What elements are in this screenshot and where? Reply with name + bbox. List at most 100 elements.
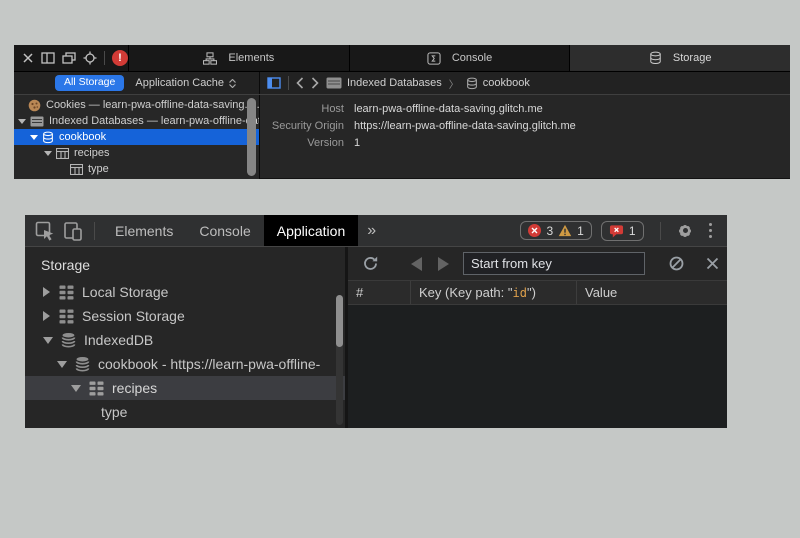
issues-badge[interactable]: 1 xyxy=(601,221,644,241)
table-icon xyxy=(56,148,69,159)
sidebar-item-local-storage[interactable]: Local Storage xyxy=(25,280,345,304)
tabbar-divider xyxy=(94,222,95,240)
sidebar-item-indexeddb[interactable]: IndexedDB xyxy=(25,328,345,352)
table-icon xyxy=(30,116,44,127)
sidebar-item-recipes[interactable]: recipes xyxy=(14,145,259,161)
disclosure-down-icon[interactable] xyxy=(30,135,38,140)
more-tabs-button[interactable]: » xyxy=(358,215,385,246)
nav-forward-icon[interactable] xyxy=(311,77,319,89)
tab-console[interactable]: Console xyxy=(349,45,570,71)
entries-table-body[interactable] xyxy=(348,305,727,428)
tab-storage[interactable]: Storage xyxy=(569,45,790,71)
next-page-icon[interactable] xyxy=(438,257,449,271)
warning-count-icon xyxy=(558,224,572,237)
issues-icon xyxy=(609,224,624,238)
elements-icon xyxy=(203,52,217,65)
split-view-icon[interactable] xyxy=(41,52,55,64)
safari-tab-bar: ! Elements Console Storage xyxy=(14,45,790,71)
devtools-tab-bar: Elements Console Application » 3 1 1 xyxy=(25,215,727,247)
sidebar-item-type-index[interactable]: type xyxy=(25,400,345,424)
disclosure-down-icon[interactable] xyxy=(18,119,26,124)
clear-object-store-icon[interactable] xyxy=(664,255,689,272)
disclosure-right-icon[interactable] xyxy=(43,311,50,321)
disclosure-right-icon[interactable] xyxy=(43,287,50,297)
disclosure-down-icon[interactable] xyxy=(71,385,81,392)
table-icon xyxy=(58,285,75,300)
sidebar-item-label: Local Storage xyxy=(82,284,168,300)
tab-console[interactable]: Console xyxy=(186,215,263,246)
sidebar-item-session-storage[interactable]: Session Storage xyxy=(25,304,345,328)
sidebar-item-label: cookbook - https://learn-pwa-offline- xyxy=(98,356,320,372)
detail-row-host: Host learn-pwa-offline-data-saving.glitc… xyxy=(260,100,790,117)
error-count-icon xyxy=(528,224,541,237)
disclosure-down-icon[interactable] xyxy=(57,361,67,368)
sidebar-item-cookbook[interactable]: cookbook xyxy=(14,129,259,145)
nav-back-icon[interactable] xyxy=(296,77,304,89)
details-sidebar-toggle-icon[interactable] xyxy=(267,77,281,89)
storage-scope-select[interactable]: Application Cache xyxy=(135,77,236,89)
sidebar-item-label: Cookies — learn-pwa-offline-data-saving.… xyxy=(46,99,259,111)
breadcrumb-separator: 〉 xyxy=(449,76,459,91)
detail-value: 1 xyxy=(354,137,360,149)
issues-badge[interactable]: ! xyxy=(112,50,128,66)
breadcrumb-label: cookbook xyxy=(483,77,530,89)
tabbar-divider xyxy=(660,222,661,240)
more-tabs-chevron: » xyxy=(367,222,376,240)
sidebar-item-recipes-store[interactable]: recipes xyxy=(25,376,345,400)
device-toolbar-icon[interactable] xyxy=(59,215,87,246)
close-icon[interactable] xyxy=(22,52,34,64)
tab-label: Console xyxy=(199,223,250,239)
column-header-value[interactable]: Value xyxy=(577,281,727,304)
more-options-icon[interactable] xyxy=(703,223,719,239)
table-icon xyxy=(58,309,75,324)
refresh-icon[interactable] xyxy=(358,255,383,272)
safari-web-inspector-window: ! Elements Console Storage All Storage A… xyxy=(14,45,790,179)
indexed-databases-icon xyxy=(326,77,342,89)
tab-label: Console xyxy=(452,52,492,64)
sidebar-item-label: type xyxy=(88,163,109,175)
delete-selected-icon[interactable] xyxy=(701,256,724,271)
breadcrumb-indexed-databases[interactable]: Indexed Databases xyxy=(326,77,442,89)
sidebar-scrollbar-thumb[interactable] xyxy=(336,295,343,347)
console-summary-badge[interactable]: 3 1 xyxy=(520,221,591,240)
storage-icon xyxy=(649,51,662,65)
stepper-chevrons-icon xyxy=(229,79,236,88)
sidebar-scrollbar-thumb[interactable] xyxy=(247,98,256,176)
tab-label: Elements xyxy=(228,52,274,64)
all-storage-filter-button[interactable]: All Storage xyxy=(55,75,124,91)
sidebar-item-cookies[interactable]: Cookies — learn-pwa-offline-data-saving.… xyxy=(14,97,259,113)
breadcrumb: Indexed Databases 〉 cookbook xyxy=(260,72,790,94)
tab-application[interactable]: Application xyxy=(264,215,359,246)
object-store-panel: # Key (Key path: "id") Value xyxy=(348,247,727,428)
tab-elements[interactable]: Elements xyxy=(102,215,186,246)
sidebar-item-label: type xyxy=(101,404,127,420)
disclosure-down-icon[interactable] xyxy=(44,151,52,156)
chrome-devtools-window: Elements Console Application » 3 1 1 xyxy=(25,215,727,428)
cookie-icon xyxy=(28,99,41,112)
key-path-value: id xyxy=(513,286,527,300)
start-from-key-input[interactable] xyxy=(463,252,645,275)
column-header-key[interactable]: Key (Key path: "id") xyxy=(411,281,577,304)
disclosure-down-icon[interactable] xyxy=(43,337,53,344)
element-picker-icon[interactable] xyxy=(83,51,97,65)
tab-label: Elements xyxy=(115,223,173,239)
column-header-number[interactable]: # xyxy=(348,281,411,304)
sidebar-item-type[interactable]: type xyxy=(14,161,259,177)
table-icon xyxy=(88,381,105,396)
sidebar-item-indexed-databases[interactable]: Indexed Databases — learn-pwa-offline-da… xyxy=(14,113,259,129)
breadcrumb-cookbook[interactable]: cookbook xyxy=(466,77,530,90)
database-details-panel: Host learn-pwa-offline-data-saving.glitc… xyxy=(260,95,790,179)
sidebar-item-cookbook-database[interactable]: cookbook - https://learn-pwa-offline- xyxy=(25,352,345,376)
tab-label: Application xyxy=(277,223,346,239)
inspect-element-icon[interactable] xyxy=(31,215,59,246)
object-store-toolbar xyxy=(348,247,727,280)
breadcrumb-divider xyxy=(288,76,289,90)
settings-gear-icon[interactable] xyxy=(677,222,694,239)
key-column-text: ") xyxy=(527,285,536,300)
breadcrumb-label: Indexed Databases xyxy=(347,77,442,89)
cascade-windows-icon[interactable] xyxy=(62,52,76,64)
table-icon xyxy=(70,164,83,175)
tab-elements[interactable]: Elements xyxy=(128,45,349,71)
previous-page-icon[interactable] xyxy=(411,257,422,271)
database-icon xyxy=(74,356,91,372)
